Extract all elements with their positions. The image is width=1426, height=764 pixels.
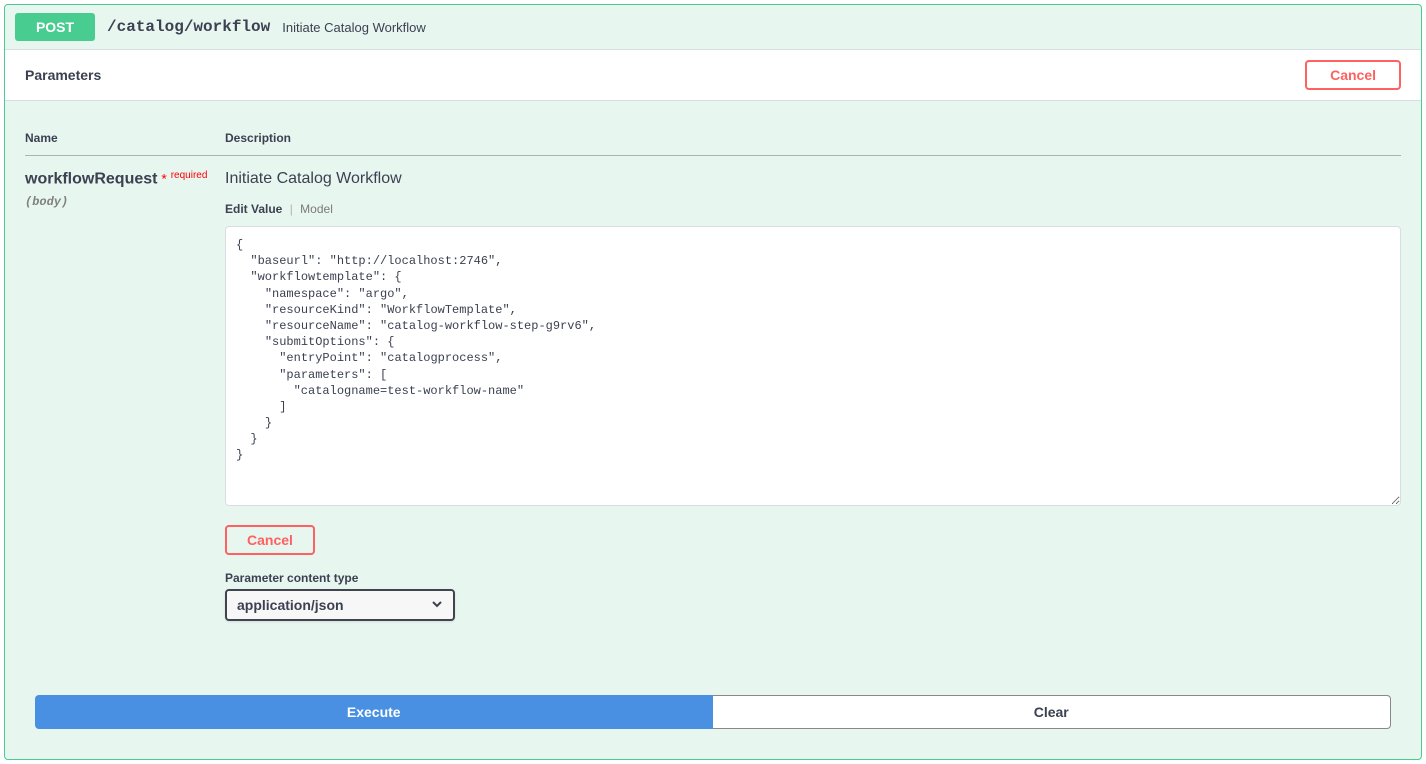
- action-buttons: Execute Clear: [5, 695, 1421, 759]
- param-name: workflowRequest: [25, 171, 157, 188]
- content-type-label: Parameter content type: [225, 571, 1401, 585]
- endpoint-summary: Initiate Catalog Workflow: [282, 20, 426, 35]
- execute-button[interactable]: Execute: [35, 695, 713, 729]
- content-type-select[interactable]: application/json: [225, 589, 455, 621]
- operation-panel: POST /catalog/workflow Initiate Catalog …: [4, 4, 1422, 760]
- param-in: (body): [25, 195, 225, 209]
- param-row: workflowRequest * required (body) Initia…: [25, 156, 1401, 636]
- tab-separator: |: [290, 202, 293, 216]
- required-star-icon: *: [161, 171, 166, 187]
- cancel-body-button[interactable]: Cancel: [225, 525, 315, 555]
- col-header-name: Name: [25, 121, 225, 156]
- required-label: required: [171, 170, 208, 181]
- clear-button[interactable]: Clear: [713, 695, 1392, 729]
- parameters-body: Name Description workflowRequest * requi…: [5, 101, 1421, 655]
- tab-edit-value[interactable]: Edit Value: [225, 202, 282, 216]
- operation-header[interactable]: POST /catalog/workflow Initiate Catalog …: [5, 5, 1421, 49]
- method-badge: POST: [15, 13, 95, 41]
- parameters-title: Parameters: [25, 67, 101, 83]
- request-body-editor[interactable]: [225, 226, 1401, 506]
- parameters-bar: Parameters Cancel: [5, 49, 1421, 101]
- col-header-description: Description: [225, 121, 1401, 156]
- tab-model[interactable]: Model: [300, 202, 333, 216]
- cancel-button[interactable]: Cancel: [1305, 60, 1401, 90]
- body-tabs: Edit Value | Model: [225, 202, 1401, 216]
- param-description: Initiate Catalog Workflow: [225, 170, 1401, 188]
- endpoint-path: /catalog/workflow: [107, 18, 270, 36]
- content-type-block: Parameter content type application/json: [225, 571, 1401, 621]
- parameters-table: Name Description workflowRequest * requi…: [25, 121, 1401, 635]
